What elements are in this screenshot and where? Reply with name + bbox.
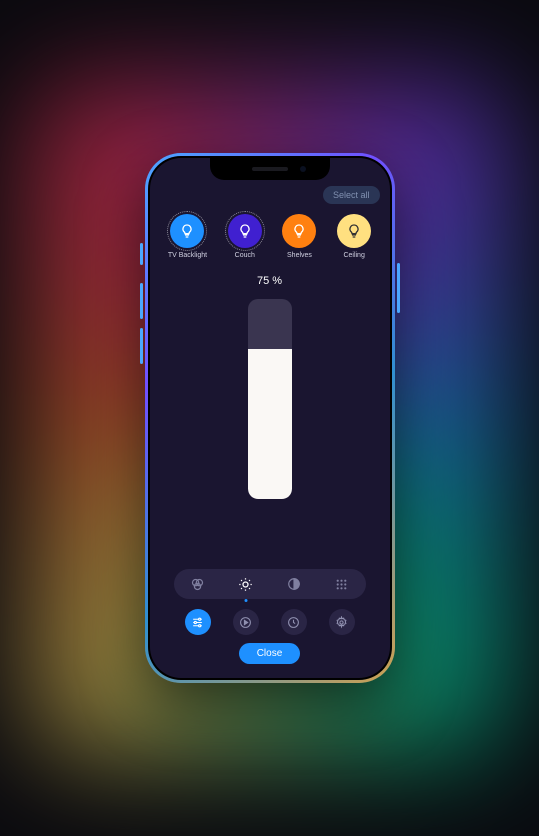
overlap-circles-icon <box>190 577 205 592</box>
bulb-icon <box>228 214 262 248</box>
light-label: TV Backlight <box>168 252 207 259</box>
grid-icon <box>335 578 348 591</box>
clock-button[interactable] <box>281 609 307 635</box>
light-label: Shelves <box>287 252 312 259</box>
mode-grid-button[interactable] <box>330 572 354 596</box>
light-selector-row: TV Backlight Couch Shelves <box>150 204 390 265</box>
mode-color-button[interactable] <box>186 572 210 596</box>
settings-button[interactable] <box>329 609 355 635</box>
action-row <box>150 607 390 643</box>
light-label: Couch <box>235 252 255 259</box>
light-tv-backlight[interactable]: TV Backlight <box>168 214 207 259</box>
sun-icon <box>238 577 253 592</box>
select-all-button[interactable]: Select all <box>323 186 380 204</box>
mode-tab-bar <box>174 569 366 599</box>
gear-icon <box>335 616 348 629</box>
brightness-slider[interactable] <box>248 299 292 499</box>
light-shelves[interactable]: Shelves <box>282 214 316 259</box>
phone-notch <box>210 158 330 180</box>
light-ceiling[interactable]: Ceiling <box>337 214 371 259</box>
phone-frame: Select all TV Backlight Couch <box>145 153 395 683</box>
sliders-button[interactable] <box>185 609 211 635</box>
light-label: Ceiling <box>343 252 364 259</box>
play-icon <box>239 616 252 629</box>
bulb-icon <box>282 214 316 248</box>
sliders-icon <box>191 616 204 629</box>
brightness-percent-label: 75 % <box>257 275 282 287</box>
close-button[interactable]: Close <box>239 643 301 664</box>
mode-brightness-button[interactable] <box>234 572 258 596</box>
light-couch[interactable]: Couch <box>228 214 262 259</box>
mode-contrast-button[interactable] <box>282 572 306 596</box>
bulb-icon <box>170 214 204 248</box>
clock-icon <box>287 616 300 629</box>
half-circle-icon <box>287 577 301 591</box>
play-button[interactable] <box>233 609 259 635</box>
brightness-fill <box>248 349 292 499</box>
app-screen: Select all TV Backlight Couch <box>150 158 390 678</box>
bulb-icon <box>337 214 371 248</box>
